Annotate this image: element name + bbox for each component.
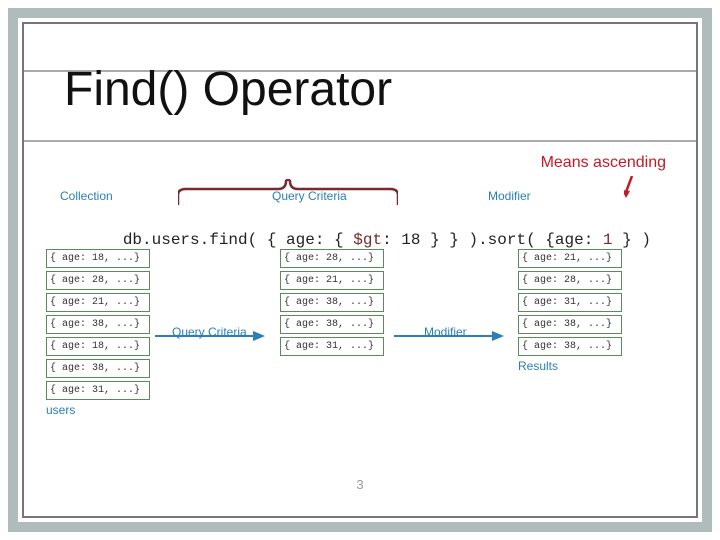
slide-title: Find() Operator — [64, 62, 392, 117]
code-part-3: : 18 } } ).sort( {age: — [382, 231, 603, 249]
diagram-area: Collection Query Criteria Modifier db.us… — [40, 189, 680, 476]
source-collection-column: { age: 18, ...} { age: 28, ...} { age: 2… — [46, 249, 150, 417]
list-item: { age: 21, ...} — [280, 271, 384, 290]
label-modifier-top: Modifier — [488, 189, 531, 203]
flow-label-modifier: Modifier — [424, 325, 467, 339]
code-part-5: } ) — [613, 231, 651, 249]
list-item: { age: 21, ...} — [46, 293, 150, 312]
slide-outer-border: Find() Operator Means ascending Collecti… — [8, 8, 712, 532]
list-item: { age: 38, ...} — [280, 293, 384, 312]
slide-inner-border: Find() Operator Means ascending Collecti… — [22, 22, 698, 518]
list-item: { age: 31, ...} — [518, 293, 622, 312]
list-item: { age: 28, ...} — [280, 249, 384, 268]
list-item: { age: 31, ...} — [46, 381, 150, 400]
code-operator-gt: $gt — [353, 231, 382, 249]
list-item: { age: 38, ...} — [280, 315, 384, 334]
criteria-bracket-icon — [178, 179, 398, 205]
results-column: { age: 21, ...} { age: 28, ...} { age: 3… — [518, 249, 622, 373]
list-item: { age: 28, ...} — [46, 271, 150, 290]
list-item: { age: 38, ...} — [46, 315, 150, 334]
list-item: { age: 38, ...} — [518, 315, 622, 334]
list-item: { age: 21, ...} — [518, 249, 622, 268]
list-item: { age: 38, ...} — [518, 337, 622, 356]
code-part-1: db.users.find( { age: { — [123, 231, 353, 249]
code-sort-direction: 1 — [603, 231, 613, 249]
page-number: 3 — [356, 477, 363, 492]
filtered-column: { age: 28, ...} { age: 21, ...} { age: 3… — [280, 249, 384, 359]
users-column-caption: users — [46, 403, 150, 417]
list-item: { age: 31, ...} — [280, 337, 384, 356]
flow-label-criteria: Query Criteria — [172, 325, 247, 339]
annotation-text: Means ascending — [541, 154, 666, 172]
list-item: { age: 18, ...} — [46, 337, 150, 356]
label-collection: Collection — [60, 189, 113, 203]
list-item: { age: 28, ...} — [518, 271, 622, 290]
results-column-caption: Results — [518, 359, 622, 373]
list-item: { age: 18, ...} — [46, 249, 150, 268]
title-rule-bottom — [24, 140, 696, 142]
list-item: { age: 38, ...} — [46, 359, 150, 378]
